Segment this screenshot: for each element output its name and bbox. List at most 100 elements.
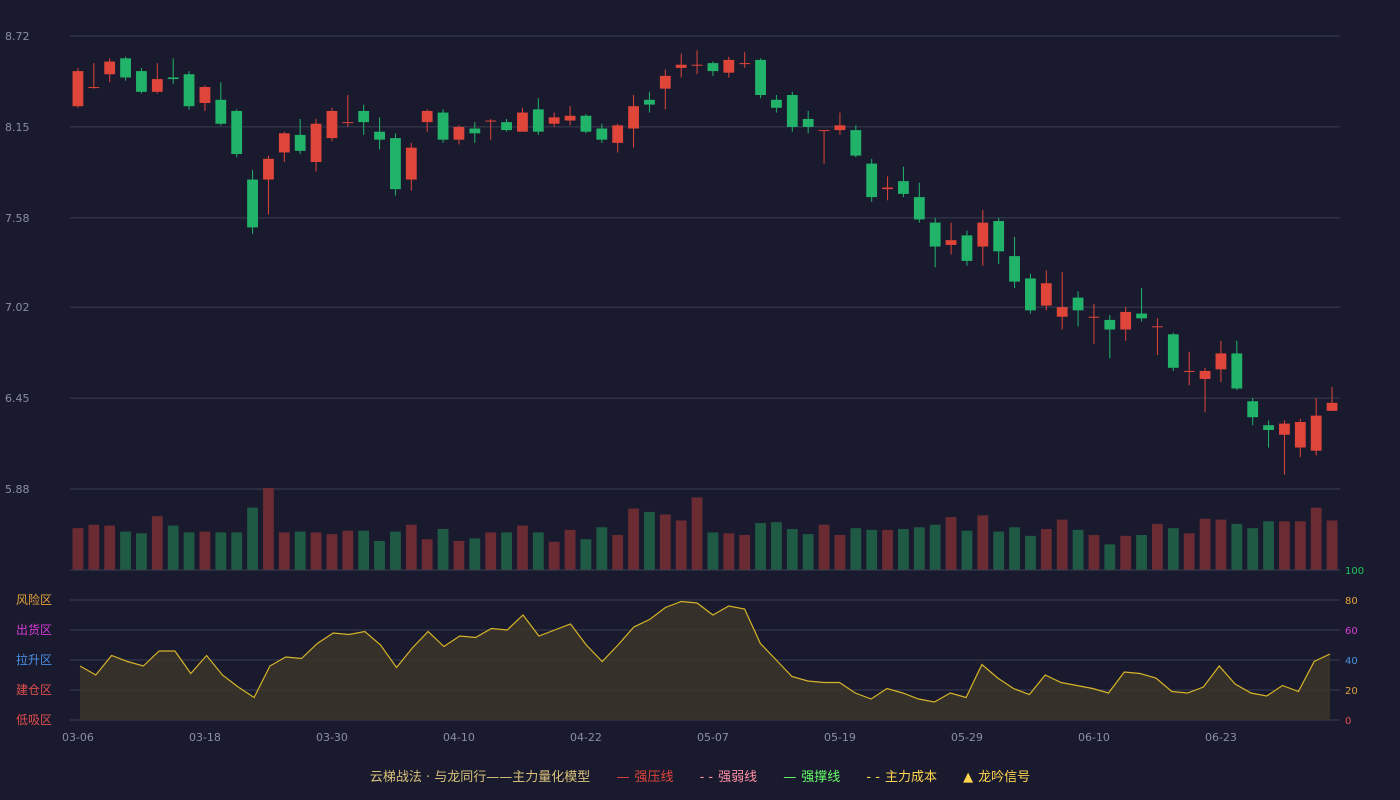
candle bbox=[1072, 291, 1084, 327]
candle bbox=[421, 109, 433, 132]
candle bbox=[437, 109, 449, 143]
volume-bar bbox=[310, 532, 322, 570]
candle-body bbox=[993, 221, 1005, 252]
candle-body bbox=[183, 74, 195, 107]
candle-body bbox=[421, 110, 433, 123]
candle bbox=[453, 125, 465, 145]
candle bbox=[1167, 332, 1179, 371]
candle-body bbox=[167, 77, 179, 80]
model-axis: 100 80 60 40 20 0 bbox=[1345, 566, 1364, 727]
legend-item-strength-line[interactable]: - - 强弱线 bbox=[700, 770, 758, 785]
candle bbox=[1247, 398, 1259, 426]
candle-body bbox=[231, 110, 243, 155]
candle bbox=[390, 133, 401, 196]
date-tick-label: 06-23 bbox=[1205, 731, 1237, 744]
date-tick-label: 05-07 bbox=[697, 731, 729, 744]
candle-body bbox=[866, 163, 878, 198]
candle bbox=[659, 69, 671, 110]
volume-bar bbox=[1025, 535, 1036, 570]
model-tick-label: 80 bbox=[1345, 596, 1358, 607]
candle bbox=[1104, 315, 1116, 359]
volume-bar bbox=[1167, 528, 1179, 570]
candle bbox=[342, 95, 354, 127]
legend-item-dragon-signal[interactable]: ▲ 龙吟信号 bbox=[963, 770, 1030, 785]
candle bbox=[485, 118, 497, 140]
candle bbox=[1263, 420, 1274, 448]
legend-symbol-icon: - - bbox=[699, 770, 714, 785]
candle bbox=[310, 118, 322, 172]
legend-label: 强弱线 bbox=[718, 770, 758, 785]
candle-body bbox=[294, 134, 306, 151]
candle bbox=[644, 91, 655, 113]
candle bbox=[405, 142, 417, 191]
candle bbox=[247, 169, 258, 234]
date-tick-label: 04-10 bbox=[443, 731, 475, 744]
date-tick-label: 04-22 bbox=[570, 731, 602, 744]
candle-body bbox=[390, 138, 401, 190]
legend-item-strong-resistance[interactable]: — 强压线 bbox=[616, 770, 673, 785]
volume-bar bbox=[72, 528, 84, 570]
candle-body bbox=[501, 122, 512, 131]
date-tick-label: 05-29 bbox=[951, 731, 983, 744]
date-tick-label: 05-19 bbox=[824, 731, 856, 744]
candle bbox=[945, 222, 957, 255]
volume-bar bbox=[390, 531, 401, 570]
date-axis: 03-06 03-18 03-30 04-10 04-22 05-07 05-19 05-29… bbox=[62, 731, 1237, 744]
price-tick-label: 8.15 bbox=[5, 121, 30, 134]
candle-body bbox=[88, 87, 100, 89]
candle bbox=[469, 122, 481, 143]
candle bbox=[580, 114, 592, 134]
candle bbox=[326, 107, 338, 142]
candle bbox=[88, 63, 100, 89]
zone-label: 建仓区 bbox=[16, 683, 52, 697]
candle-body bbox=[818, 130, 830, 132]
candle-body bbox=[929, 222, 941, 247]
candle bbox=[358, 104, 370, 135]
model-tick-label: 0 bbox=[1345, 716, 1351, 727]
candle-body bbox=[977, 222, 989, 247]
candle-body bbox=[707, 63, 719, 72]
candle-body bbox=[1136, 313, 1147, 319]
candle bbox=[263, 155, 274, 215]
candle-body bbox=[882, 187, 893, 190]
candle bbox=[72, 67, 84, 108]
candle bbox=[1025, 273, 1036, 314]
volume-bar bbox=[866, 529, 878, 570]
candle-body bbox=[771, 99, 782, 108]
zone-labels: 风险区出货区拉升区建仓区低吸区 bbox=[16, 592, 52, 727]
candle-body bbox=[850, 130, 862, 156]
candle bbox=[771, 95, 782, 113]
candle bbox=[898, 166, 909, 198]
candle bbox=[707, 61, 719, 76]
candle-body bbox=[945, 240, 957, 245]
candle-body bbox=[1009, 256, 1020, 282]
legend-title: 云梯战法 · 与龙同行——主力量化模型 bbox=[369, 770, 591, 785]
candle-body bbox=[786, 95, 798, 127]
candle-body bbox=[659, 75, 671, 89]
volume-bar bbox=[898, 529, 909, 570]
candle bbox=[104, 58, 116, 83]
legend-label: 强撑线 bbox=[801, 770, 841, 785]
volume-bar bbox=[88, 524, 100, 570]
volume-bar bbox=[501, 532, 512, 570]
candle bbox=[1088, 303, 1100, 344]
volume-bar bbox=[1040, 529, 1052, 570]
candle-body bbox=[1072, 297, 1084, 311]
volume-bar bbox=[437, 529, 449, 570]
candle-body bbox=[898, 181, 909, 194]
price-tick-label: 7.02 bbox=[5, 301, 30, 314]
candle-body bbox=[913, 197, 925, 220]
candle bbox=[1294, 418, 1306, 458]
legend-item-main-cost[interactable]: - - 主力成本 bbox=[866, 770, 937, 785]
candle bbox=[501, 118, 512, 132]
candle-body bbox=[1167, 334, 1179, 368]
candle-body bbox=[517, 112, 528, 132]
legend-item-strong-support[interactable]: — 强撑线 bbox=[783, 770, 840, 785]
volume-bar bbox=[596, 527, 608, 570]
volume-bar bbox=[263, 488, 274, 570]
volume-bar bbox=[1326, 520, 1338, 570]
volume-bar bbox=[469, 538, 481, 570]
candle bbox=[1183, 351, 1195, 386]
candle-body bbox=[723, 59, 735, 73]
candle bbox=[1136, 288, 1147, 322]
